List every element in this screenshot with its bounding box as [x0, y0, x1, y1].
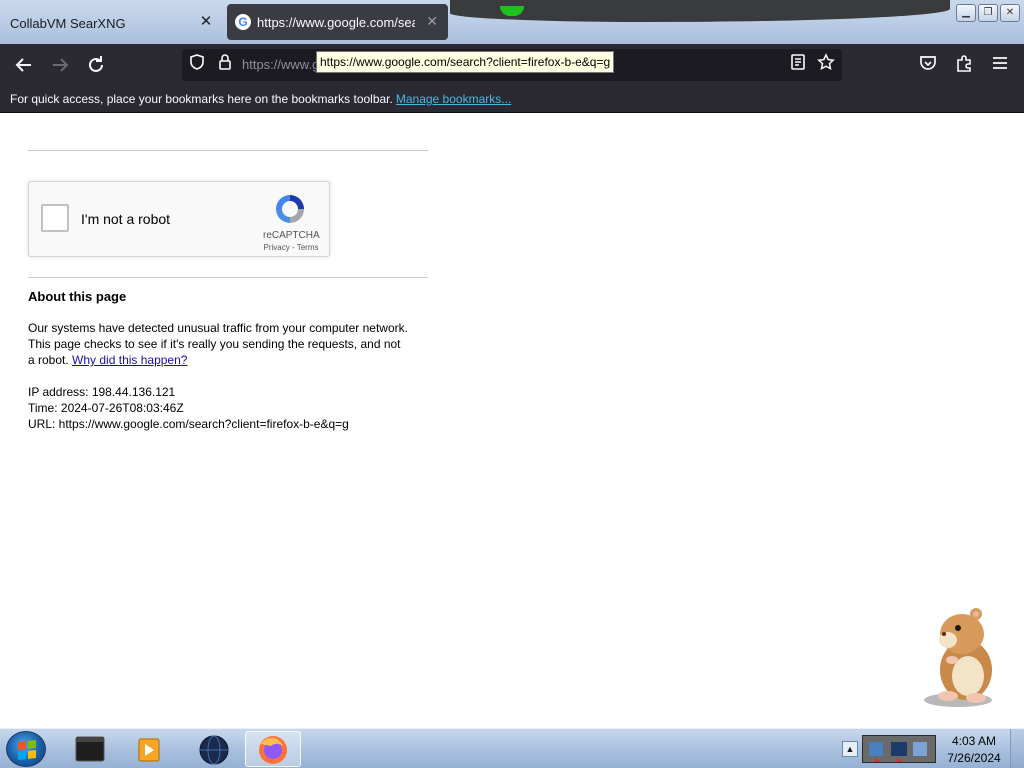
restore-button[interactable]: ❐: [978, 4, 998, 22]
minimize-button[interactable]: ▁: [956, 4, 976, 22]
about-description: Our systems have detected unusual traffi…: [28, 320, 408, 368]
page-content: I'm not a robot reCAPTCHA Privacy - Term…: [28, 113, 988, 432]
windows-logo-icon: [18, 740, 36, 760]
clock-time[interactable]: 4:03 AM: [944, 734, 1004, 748]
close-window-button[interactable]: ✕: [1000, 4, 1020, 22]
reload-icon[interactable]: [84, 53, 108, 77]
tab-google-search[interactable]: G https://www.google.com/sear ✕: [227, 4, 448, 40]
lock-icon[interactable]: [213, 53, 237, 77]
window-controls: ▁ ❐ ✕: [956, 4, 1020, 22]
start-button[interactable]: [6, 731, 46, 767]
show-desktop-button[interactable]: [1010, 729, 1024, 768]
tab-strip: CollabVM SearXNG ✕ G https://www.google.…: [0, 0, 1024, 44]
taskbar-globe[interactable]: [186, 731, 242, 767]
tab-collabvm-searxng[interactable]: CollabVM SearXNG ✕: [0, 4, 224, 42]
back-arrow-icon[interactable]: [12, 53, 36, 77]
taskbar-media-player[interactable]: [122, 731, 178, 767]
media-player-icon: [138, 738, 160, 762]
hamburger-menu-icon[interactable]: [988, 53, 1012, 77]
tab-label: https://www.google.com/sear: [257, 14, 415, 30]
taskbar-firefox[interactable]: [245, 731, 301, 767]
taskbar: ▲ 4:03 AM 7/26/2024: [0, 728, 1024, 768]
request-info: IP address: 198.44.136.121 Time: 2024-07…: [28, 384, 988, 432]
clock-date[interactable]: 7/26/2024: [944, 751, 1004, 765]
request-time: Time: 2024-07-26T08:03:46Z: [28, 401, 184, 415]
tray-icons[interactable]: [862, 735, 936, 763]
url-tooltip: https://www.google.com/search?client=fir…: [316, 51, 615, 73]
decorative-banner: [450, 0, 950, 22]
tab-close-icon[interactable]: ✕: [198, 14, 214, 30]
recaptcha-logo-icon: [276, 195, 304, 223]
bookmarks-toolbar: For quick access, place your bookmarks h…: [0, 86, 1024, 113]
about-title: About this page: [28, 289, 127, 304]
bookmark-star-icon[interactable]: [814, 53, 838, 77]
shield-icon[interactable]: [185, 53, 209, 77]
pocket-icon[interactable]: [916, 53, 940, 77]
system-tray: ▲ 4:03 AM 7/26/2024: [840, 729, 1024, 768]
firefox-icon: [259, 736, 287, 764]
reader-view-icon[interactable]: [786, 53, 810, 77]
taskbar-terminal[interactable]: [62, 731, 118, 767]
recaptcha-brand: reCAPTCHA: [263, 230, 320, 241]
google-g-icon: G: [235, 14, 251, 30]
globe-icon: [199, 735, 229, 765]
request-url: URL: https://www.google.com/search?clien…: [28, 417, 349, 431]
show-hidden-icons-chevron-icon[interactable]: ▲: [842, 741, 858, 757]
extensions-icon[interactable]: [952, 53, 976, 77]
network-volume-flag-icon: [869, 742, 927, 762]
bookmarks-hint: For quick access, place your bookmarks h…: [10, 92, 393, 106]
forward-arrow-icon[interactable]: [48, 53, 72, 77]
tab-label: CollabVM SearXNG: [10, 15, 126, 31]
recaptcha-label: I'm not a robot: [81, 211, 171, 227]
ip-address: IP address: 198.44.136.121: [28, 385, 176, 399]
terminal-icon: [75, 736, 105, 762]
not-robot-checkbox[interactable]: [41, 204, 69, 232]
why-did-this-happen-link[interactable]: Why did this happen?: [72, 353, 187, 367]
desktop-screen: CollabVM SearXNG ✕ G https://www.google.…: [0, 0, 1024, 768]
hamster-mascot: [924, 608, 992, 707]
tab-close-icon[interactable]: ✕: [426, 13, 438, 30]
divider: [28, 277, 428, 278]
divider: [28, 150, 428, 151]
recaptcha-privacy-terms[interactable]: Privacy - Terms: [251, 243, 331, 252]
recaptcha-widget: I'm not a robot reCAPTCHA Privacy - Term…: [28, 181, 330, 257]
manage-bookmarks-link[interactable]: Manage bookmarks...: [396, 92, 511, 106]
